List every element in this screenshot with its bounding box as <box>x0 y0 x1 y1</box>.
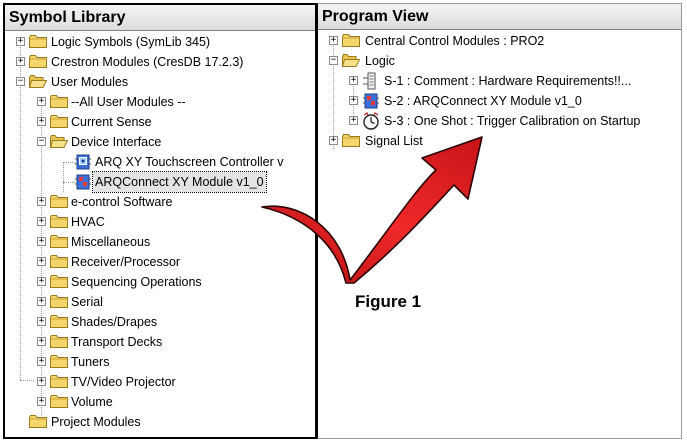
expand-icon[interactable]: + <box>16 57 25 66</box>
folder-icon <box>50 95 68 108</box>
expand-icon[interactable]: + <box>37 97 46 106</box>
tree-item-label: User Modules <box>51 75 129 89</box>
tree-item-label: Transport Decks <box>71 335 163 349</box>
expand-icon[interactable]: + <box>37 117 46 126</box>
expand-icon[interactable]: + <box>37 397 46 406</box>
module-icon <box>75 174 91 190</box>
expand-icon[interactable]: + <box>37 237 46 246</box>
folder-icon <box>50 215 68 228</box>
program-view-title: Program View <box>318 4 681 30</box>
expand-icon[interactable]: + <box>329 36 338 45</box>
tree-item-label: HVAC <box>71 215 105 229</box>
symbol-library-title: Symbol Library <box>5 5 315 31</box>
tree-item-label: S-1 : Comment : Hardware Requirements!!.… <box>384 74 632 88</box>
figure-label: Figure 1 <box>355 292 422 311</box>
tree-item-all-user-modules[interactable]: + --All User Modules -- <box>5 92 315 112</box>
folder-icon <box>50 355 68 368</box>
expand-icon[interactable]: + <box>37 197 46 206</box>
comment-icon <box>363 72 376 90</box>
tree-item-label: Shades/Drapes <box>71 315 158 329</box>
tree-item-s2-arqconnect[interactable]: + S-2 : ARQConnect XY Module v1_0 <box>318 91 678 111</box>
expand-icon[interactable]: + <box>349 76 358 85</box>
tree-item-label: Volume <box>71 395 113 409</box>
tree-item-label: Sequencing Operations <box>71 275 202 289</box>
expand-icon[interactable]: + <box>37 337 46 346</box>
tree-item-label: Miscellaneous <box>71 235 151 249</box>
tree-item-project-modules[interactable]: Project Modules <box>5 412 315 432</box>
tree-item-shades-drapes[interactable]: + Shades/Drapes <box>5 312 315 332</box>
folder-open-icon <box>29 75 47 88</box>
tree-item-label: Crestron Modules (CresDB 17.2.3) <box>51 55 244 69</box>
tree-item-label: Receiver/Processor <box>71 255 181 269</box>
folder-icon <box>50 115 68 128</box>
tree-item-volume[interactable]: + Volume <box>5 392 315 412</box>
curved-arrow-icon <box>261 136 483 284</box>
collapse-icon[interactable]: − <box>37 137 46 146</box>
tree-item-label: Device Interface <box>71 135 162 149</box>
tree-item-label: Current Sense <box>71 115 152 129</box>
tree-item-label: Logic Symbols (SymLib 345) <box>51 35 211 49</box>
folder-icon <box>29 55 47 68</box>
tree-item-central-control-modules[interactable]: + Central Control Modules : PRO2 <box>318 31 678 51</box>
tree-item-logic[interactable]: − Logic <box>318 51 678 71</box>
tree-item-logic-symbols[interactable]: + Logic Symbols (SymLib 345) <box>5 32 315 52</box>
expand-icon[interactable]: + <box>37 297 46 306</box>
tree-item-label: e-control Software <box>71 195 173 209</box>
folder-icon <box>50 275 68 288</box>
tree-item-user-modules[interactable]: − User Modules <box>5 72 315 92</box>
folder-icon <box>29 415 47 428</box>
folder-icon <box>50 315 68 328</box>
folder-icon <box>50 235 68 248</box>
module-icon <box>363 93 379 109</box>
tree-item-label: S-2 : ARQConnect XY Module v1_0 <box>384 94 582 108</box>
folder-icon <box>50 395 68 408</box>
folder-icon <box>342 34 360 47</box>
tree-item-label: Tuners <box>71 355 110 369</box>
tree-item-tv-video-projector[interactable]: + TV/Video Projector <box>5 372 315 392</box>
tree-item-label: TV/Video Projector <box>71 375 176 389</box>
tree-item-tuners[interactable]: + Tuners <box>5 352 315 372</box>
expand-icon[interactable]: + <box>349 96 358 105</box>
tree-item-label: --All User Modules -- <box>71 95 186 109</box>
folder-icon <box>50 375 68 388</box>
expand-icon[interactable]: + <box>37 217 46 226</box>
expand-icon[interactable]: + <box>37 277 46 286</box>
expand-icon[interactable]: + <box>16 37 25 46</box>
tree-item-transport-decks[interactable]: + Transport Decks <box>5 332 315 352</box>
tree-item-serial[interactable]: + Serial <box>5 292 315 312</box>
expand-icon[interactable]: + <box>349 116 358 125</box>
collapse-icon[interactable]: − <box>16 77 25 86</box>
expand-icon[interactable]: + <box>37 257 46 266</box>
folder-icon <box>50 295 68 308</box>
folder-icon <box>50 335 68 348</box>
folder-icon <box>29 35 47 48</box>
tree-item-label: ARQConnect XY Module v1_0 <box>92 171 267 193</box>
collapse-icon[interactable]: − <box>329 56 338 65</box>
expand-icon[interactable]: + <box>37 317 46 326</box>
expand-icon[interactable]: + <box>37 357 46 366</box>
tree-item-s1-comment[interactable]: + S-1 : Comment : Hardware Requirements!… <box>318 71 678 91</box>
expand-icon[interactable]: + <box>37 377 46 386</box>
folder-icon <box>50 195 68 208</box>
tree-item-label: Project Modules <box>51 415 141 429</box>
module-icon <box>75 154 91 170</box>
tree-item-label: Logic <box>365 54 395 68</box>
tree-item-label: Central Control Modules : PRO2 <box>365 34 545 48</box>
folder-open-icon <box>50 135 68 148</box>
tree-item-crestron-modules[interactable]: + Crestron Modules (CresDB 17.2.3) <box>5 52 315 72</box>
tree-item-label: Serial <box>71 295 103 309</box>
folder-icon <box>50 255 68 268</box>
folder-open-icon <box>342 54 360 67</box>
